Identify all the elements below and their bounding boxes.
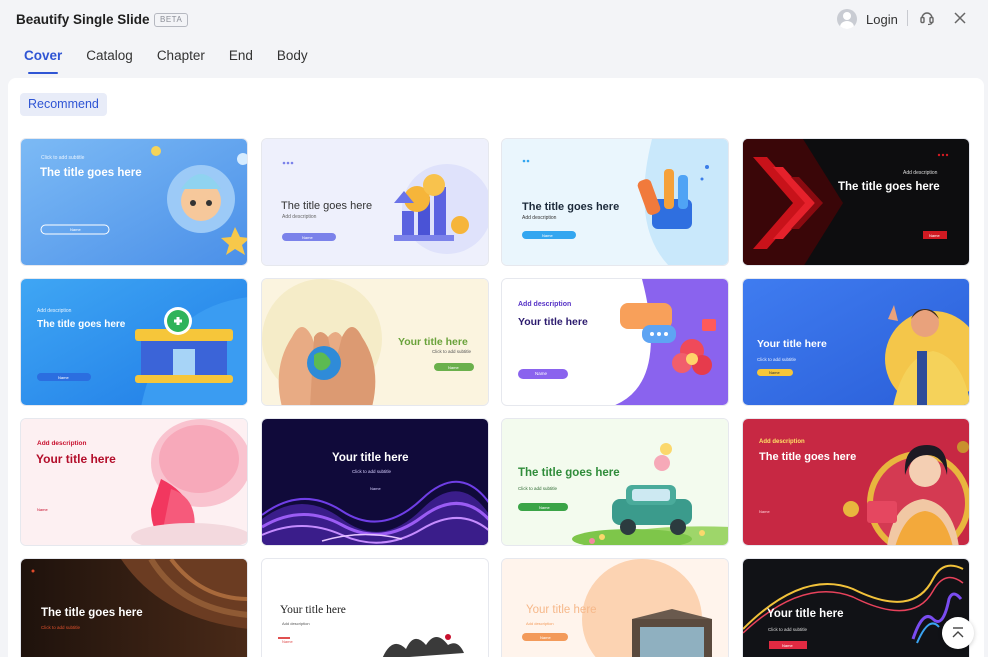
card-button-label: Name <box>540 635 551 640</box>
card-title: The title goes here <box>41 607 143 619</box>
card-button-label: Name <box>302 235 313 240</box>
card-button-label: Name <box>539 505 550 510</box>
card-description: Add description <box>37 440 87 447</box>
template-card[interactable]: Add description The title goes here Name <box>742 138 970 266</box>
category-tabs: Cover Catalog Chapter End Body <box>24 48 332 74</box>
beautify-window: Beautify Single Slide BETA Login Cover C… <box>0 0 988 657</box>
card-title: Your title here <box>767 608 844 620</box>
card-description: Add description <box>282 214 317 220</box>
card-button-label: Name <box>759 509 770 514</box>
card-description: Add description <box>518 301 572 308</box>
login-label: Login <box>866 11 898 27</box>
tab-cover[interactable]: Cover <box>24 48 62 74</box>
templates-panel: Recommend Click to add subtitle The titl… <box>8 78 984 657</box>
template-card[interactable]: Your title here Click to add subtitle Na… <box>261 278 489 406</box>
card-subtitle: Click to add subtitle <box>41 155 85 161</box>
card-button-label: Name <box>769 370 780 375</box>
template-card[interactable]: Your title here Add description Name <box>261 558 489 657</box>
template-card[interactable]: Your title here Click to add subtitle Na… <box>261 418 489 546</box>
card-subtitle: Click to add subtitle <box>518 486 558 491</box>
chevron-up-to-top-icon <box>952 627 964 638</box>
template-card[interactable]: Add description The title goes here Name <box>20 278 248 406</box>
beta-badge: BETA <box>154 13 189 27</box>
template-card[interactable]: Add description The title goes here Name <box>742 418 970 546</box>
card-description: Add description <box>526 621 554 626</box>
template-card[interactable]: Your title here Click to add subtitle Na… <box>742 558 970 657</box>
template-card[interactable]: The title goes here Add description Name <box>261 138 489 266</box>
card-title: The title goes here <box>759 451 857 463</box>
tab-catalog[interactable]: Catalog <box>86 48 133 74</box>
card-title: Your title here <box>332 452 409 464</box>
card-button-label: Name <box>282 639 293 644</box>
template-card[interactable]: Your title here Add description Name <box>501 558 729 657</box>
header-divider <box>907 10 908 26</box>
scroll-to-top-button[interactable] <box>942 617 974 649</box>
card-title: Your title here <box>526 604 597 616</box>
card-button-label: Name <box>782 643 793 648</box>
card-button-label: Name <box>542 233 553 238</box>
tab-body[interactable]: Body <box>277 48 308 74</box>
tab-end[interactable]: End <box>229 48 253 74</box>
card-title: The title goes here <box>522 201 620 213</box>
headset-icon[interactable] <box>918 9 936 27</box>
card-title: The title goes here <box>281 200 373 212</box>
card-description: Add description <box>282 621 310 626</box>
card-subtitle: Click to add subtitle <box>757 357 797 362</box>
tab-chapter[interactable]: Chapter <box>157 48 205 74</box>
card-title: The title goes here <box>518 467 620 479</box>
card-title: Your title here <box>757 338 827 350</box>
card-title: The title goes here <box>37 319 126 330</box>
card-description: Add description <box>903 170 938 176</box>
card-button-label: Name <box>58 375 69 380</box>
card-description: Add description <box>759 439 805 445</box>
close-icon[interactable] <box>951 9 969 27</box>
app-title: Beautify Single Slide <box>16 12 150 27</box>
template-card[interactable]: The title goes here Click to add subtitl… <box>20 558 248 657</box>
card-button-label: Name <box>535 371 548 376</box>
template-card[interactable]: Click to add subtitle The title goes her… <box>20 138 248 266</box>
template-card[interactable]: Your title here Click to add subtitle Na… <box>742 278 970 406</box>
card-subtitle: Click to add subtitle <box>352 469 392 474</box>
avatar-icon <box>837 9 857 29</box>
filter-chip-recommend[interactable]: Recommend <box>20 93 107 116</box>
card-description: Add description <box>522 215 557 221</box>
card-button-label: Name <box>370 486 381 491</box>
title-bar: Beautify Single Slide BETA Login <box>0 0 988 38</box>
login-button[interactable]: Login <box>837 8 898 30</box>
template-card[interactable]: The title goes here Click to add subtitl… <box>501 418 729 546</box>
card-title: The title goes here <box>40 167 142 179</box>
card-subtitle: Click to add subtitle <box>768 627 808 632</box>
template-card[interactable]: Add description Your title here Name <box>501 278 729 406</box>
card-description: Add description <box>37 308 72 314</box>
card-subtitle: Click to add subtitle <box>41 625 81 630</box>
template-card[interactable]: Add description Your title here Name <box>20 418 248 546</box>
card-button-label: Name <box>37 507 48 512</box>
card-title: The title goes here <box>838 181 940 193</box>
card-title: Your title here <box>518 316 588 328</box>
template-card[interactable]: The title goes here Add description Name <box>501 138 729 266</box>
card-button-label: Name <box>448 365 459 370</box>
card-button-label: Name <box>929 233 940 238</box>
card-title: Your title here <box>398 336 468 348</box>
card-button-label: Name <box>70 227 81 232</box>
card-title: Your title here <box>36 452 116 466</box>
card-title: Your title here <box>280 604 346 616</box>
card-subtitle: Click to add subtitle <box>432 349 472 354</box>
